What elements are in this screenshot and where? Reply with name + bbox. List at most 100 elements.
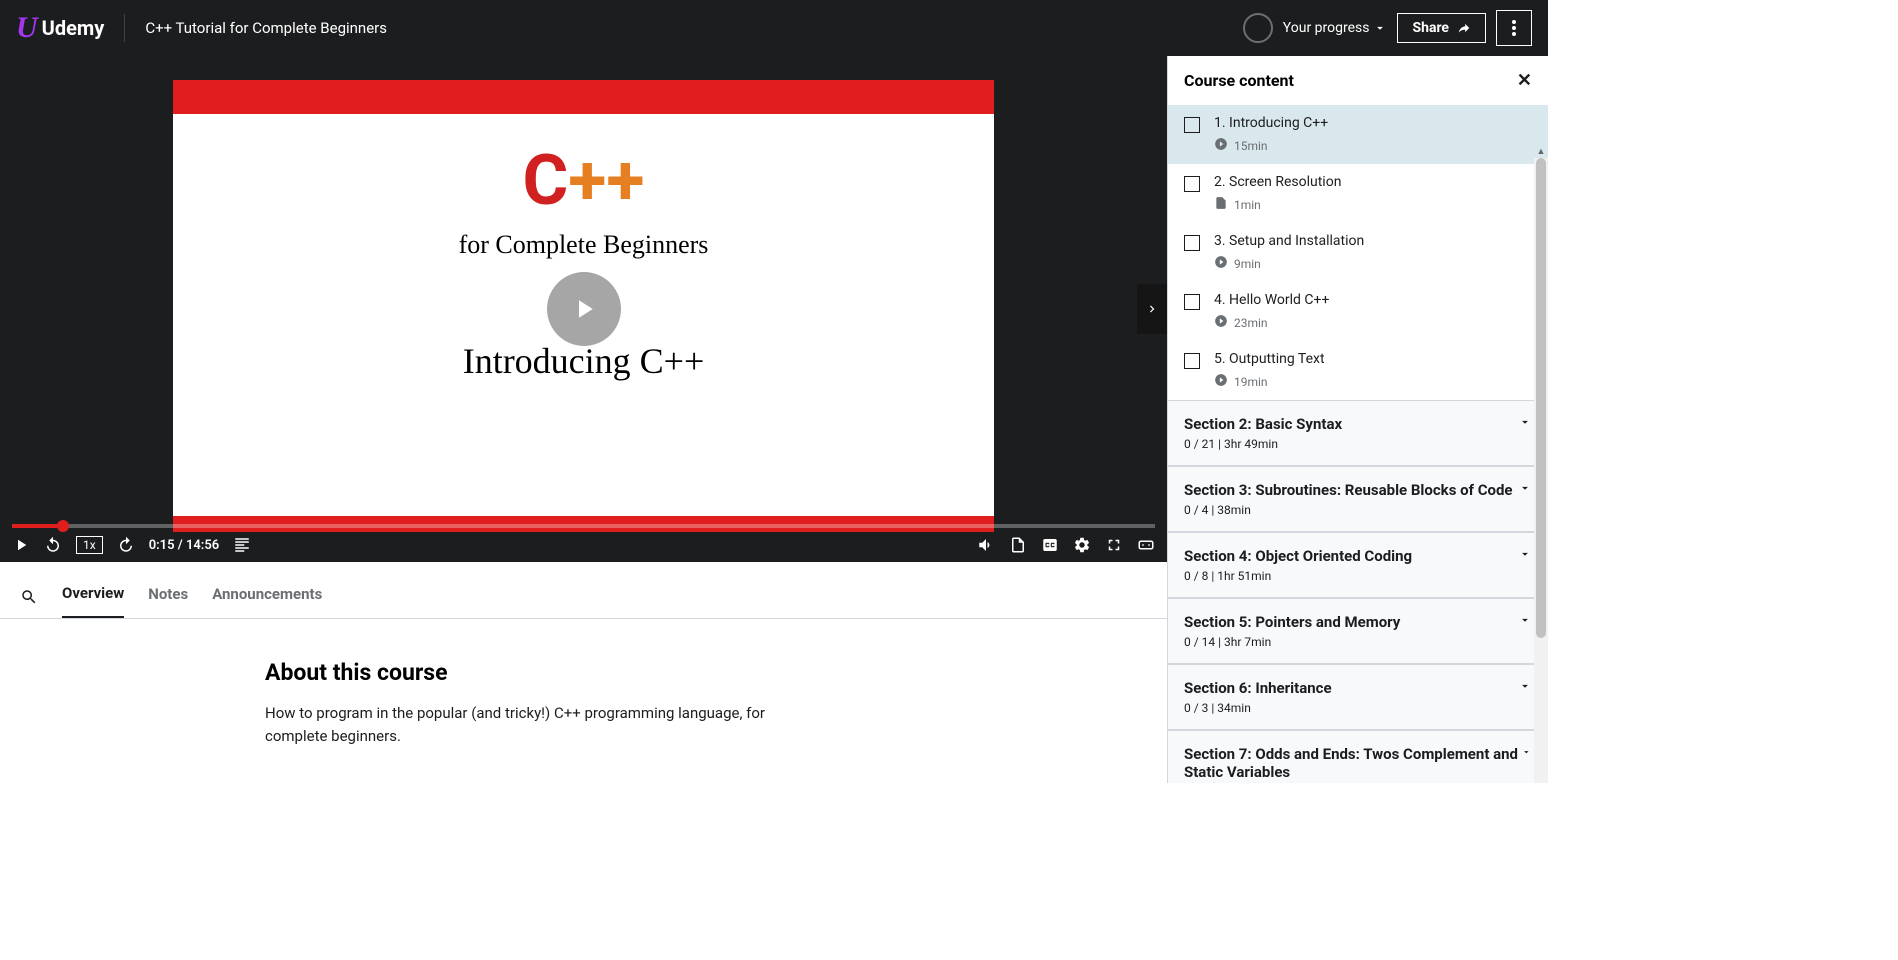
lecture-meta: 23min <box>1214 314 1532 331</box>
course-title[interactable]: C++ Tutorial for Complete Beginners <box>145 19 1242 37</box>
playback-rate[interactable]: 1x <box>76 536 103 554</box>
tab-notes[interactable]: Notes <box>148 577 188 617</box>
course-content-sidebar: Course content ✕ 1. Introducing C++ 15mi… <box>1167 56 1548 783</box>
section-header[interactable]: Section 7: Odds and Ends: Twos Complemen… <box>1168 730 1548 783</box>
chevron-down-icon <box>1518 415 1532 429</box>
search-icon[interactable] <box>20 588 38 606</box>
tab-announcements[interactable]: Announcements <box>212 577 322 617</box>
about-text: How to program in the popular (and trick… <box>265 702 785 747</box>
transcript-icon[interactable] <box>233 536 251 554</box>
slide-title: C++ <box>173 140 994 222</box>
chevron-down-icon <box>1518 481 1532 495</box>
slide-title-c: C <box>522 140 568 222</box>
lecture-duration: 1min <box>1234 198 1261 212</box>
lecture-item[interactable]: 1. Introducing C++ 15min <box>1168 105 1548 164</box>
close-sidebar-button[interactable]: ✕ <box>1517 70 1532 91</box>
slide-subtitle-2: Introducing C++ <box>173 340 994 382</box>
section-meta: 0 / 21 | 3hr 49min <box>1184 437 1342 451</box>
lecture-meta: 19min <box>1214 373 1532 390</box>
volume-icon[interactable] <box>977 536 995 554</box>
lecture-duration: 9min <box>1234 257 1261 271</box>
lecture-checkbox[interactable] <box>1184 235 1200 251</box>
section-meta: 0 / 4 | 38min <box>1184 503 1513 517</box>
theater-icon[interactable] <box>1137 536 1155 554</box>
share-label: Share <box>1412 20 1449 36</box>
sidebar-scroll[interactable]: 1. Introducing C++ 15min 2. Screen Resol… <box>1168 105 1548 783</box>
app-header: U Udemy C++ Tutorial for Complete Beginn… <box>0 0 1548 56</box>
section-header[interactable]: Section 4: Object Oriented Coding 0 / 8 … <box>1168 532 1548 598</box>
logo-glyph: U <box>16 11 38 45</box>
lecture-checkbox[interactable] <box>1184 176 1200 192</box>
lecture-title: 2. Screen Resolution <box>1214 174 1532 190</box>
lecture-checkbox[interactable] <box>1184 294 1200 310</box>
play-icon[interactable] <box>12 536 30 554</box>
section-header[interactable]: Section 5: Pointers and Memory 0 / 14 | … <box>1168 598 1548 664</box>
lecture-title: 4. Hello World C++ <box>1214 292 1532 308</box>
lecture-title: 3. Setup and Installation <box>1214 233 1532 249</box>
slide-red-bar-top <box>173 80 994 114</box>
play-icon <box>1214 137 1228 154</box>
about-heading: About this course <box>265 659 1167 686</box>
section-header[interactable]: Section 6: Inheritance 0 / 3 | 34min <box>1168 664 1548 730</box>
lecture-item[interactable]: 3. Setup and Installation 9min <box>1168 223 1548 282</box>
captions-icon[interactable] <box>1041 536 1059 554</box>
header-actions: Your progress Share <box>1243 10 1532 46</box>
time-display: 0:15 / 14:56 <box>149 538 220 553</box>
scroll-up-arrow-icon[interactable]: ▲ <box>1534 144 1548 158</box>
lecture-item[interactable]: 2. Screen Resolution 1min <box>1168 164 1548 223</box>
section-title: Section 6: Inheritance <box>1184 679 1332 697</box>
lecture-checkbox[interactable] <box>1184 353 1200 369</box>
progress-label-text: Your progress <box>1283 20 1370 36</box>
logo[interactable]: U Udemy <box>16 11 104 45</box>
progress-dropdown[interactable]: Your progress <box>1283 20 1388 36</box>
play-button-overlay[interactable] <box>547 272 621 346</box>
lecture-checkbox[interactable] <box>1184 117 1200 133</box>
play-icon <box>1214 373 1228 390</box>
more-vertical-icon <box>1512 20 1516 36</box>
slide-title-plus: ++ <box>568 140 644 222</box>
section-header[interactable]: Section 2: Basic Syntax 0 / 21 | 3hr 49m… <box>1168 400 1548 466</box>
section-title: Section 7: Odds and Ends: Twos Complemen… <box>1184 745 1521 781</box>
lecture-meta: 9min <box>1214 255 1532 272</box>
file-icon <box>1214 196 1228 213</box>
lecture-duration: 23min <box>1234 316 1268 330</box>
settings-icon[interactable] <box>1073 536 1091 554</box>
chevron-right-icon <box>1145 302 1159 316</box>
share-button[interactable]: Share <box>1397 13 1486 43</box>
video-player[interactable]: C++ for Complete Beginners Introducing C… <box>0 56 1167 562</box>
section-title: Section 2: Basic Syntax <box>1184 415 1342 433</box>
scrollbar-track[interactable]: ▲ <box>1534 158 1548 783</box>
play-icon <box>1214 314 1228 331</box>
chevron-down-icon <box>1518 679 1532 693</box>
lecture-item[interactable]: 4. Hello World C++ 23min <box>1168 282 1548 341</box>
section-title: Section 5: Pointers and Memory <box>1184 613 1400 631</box>
left-column: C++ for Complete Beginners Introducing C… <box>0 56 1167 783</box>
header-divider <box>124 14 125 42</box>
lecture-title: 1. Introducing C++ <box>1214 115 1532 131</box>
lecture-title: 5. Outputting Text <box>1214 351 1532 367</box>
fullscreen-icon[interactable] <box>1105 536 1123 554</box>
tab-content: About this course How to program in the … <box>0 619 1167 747</box>
more-button[interactable] <box>1496 10 1532 46</box>
tab-overview[interactable]: Overview <box>62 576 124 618</box>
scrollbar-thumb[interactable] <box>1536 158 1546 638</box>
play-icon <box>569 294 599 324</box>
chevron-down-icon <box>1518 613 1532 627</box>
lecture-meta: 15min <box>1214 137 1532 154</box>
sidebar-header: Course content ✕ <box>1168 56 1548 105</box>
video-controls: 1x 0:15 / 14:56 <box>0 528 1167 562</box>
lecture-duration: 19min <box>1234 375 1268 389</box>
next-lecture-button[interactable] <box>1137 284 1167 334</box>
forward-icon[interactable] <box>117 536 135 554</box>
play-icon <box>1214 255 1228 272</box>
rewind-icon[interactable] <box>44 536 62 554</box>
chevron-down-icon <box>1373 21 1387 35</box>
section-meta: 0 / 8 | 1hr 51min <box>1184 569 1412 583</box>
section-meta: 0 / 14 | 3hr 7min <box>1184 635 1400 649</box>
notes-icon[interactable] <box>1009 536 1027 554</box>
lecture-item[interactable]: 5. Outputting Text 19min <box>1168 341 1548 400</box>
share-icon <box>1457 21 1471 35</box>
sidebar-title: Course content <box>1184 71 1294 90</box>
progress-ring-icon[interactable] <box>1243 13 1273 43</box>
section-header[interactable]: Section 3: Subroutines: Reusable Blocks … <box>1168 466 1548 532</box>
